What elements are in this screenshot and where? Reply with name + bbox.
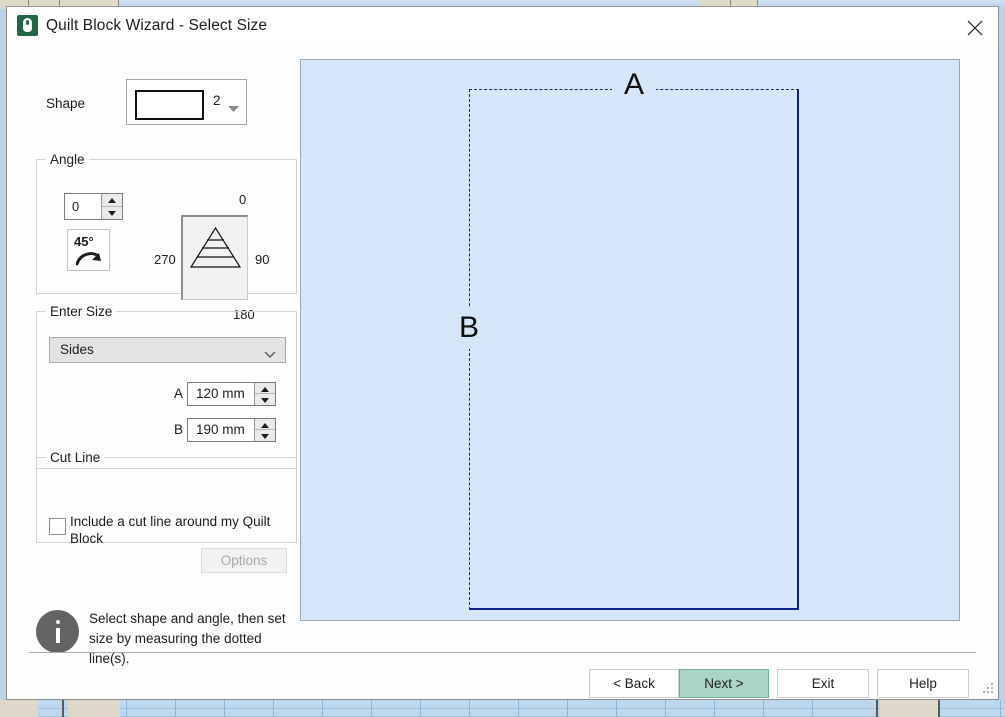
angle-dial-top: 0 [239,192,247,207]
shape-label: Shape [46,96,86,111]
background-bottom-strip [0,700,1005,717]
quilt-block-shape: A B [456,68,799,610]
size-b-stepper-down[interactable] [255,430,275,441]
background-bottom-cell [880,700,940,717]
size-mode-select[interactable]: Sides [49,337,286,363]
size-row-a-label: A [174,386,184,401]
angle-dial-right: 90 [255,252,270,267]
size-a-value: 120 mm [196,386,245,401]
resize-grip[interactable] [981,683,994,696]
angle-group-title: Angle [46,152,89,167]
block-preview-canvas[interactable]: A B [300,59,960,621]
info-hint-text: Select shape and angle, then set size by… [89,611,286,666]
angle-stepper-down[interactable] [102,207,122,220]
size-b-input[interactable]: 190 mm [187,418,276,442]
background-divider [938,700,940,717]
size-b-stepper[interactable] [254,419,275,441]
background-bottom-cell [0,700,38,717]
shape-select[interactable]: 2 [126,79,247,125]
cut-line-options-button[interactable]: Options [201,548,287,573]
footer-separator [29,652,976,653]
size-a-stepper-up[interactable] [255,383,275,394]
help-button[interactable]: Help [877,669,969,698]
cut-line-group: Cut Line Include a cut line around my Qu… [36,450,297,573]
cut-line-checkbox-label[interactable]: Include a cut line around my Quilt Block [70,513,275,547]
background-divider [876,700,878,717]
size-b-stepper-up[interactable] [255,419,275,430]
window-title: Quilt Block Wizard - Select Size [46,17,268,34]
quilt-app-icon [17,15,38,36]
size-mode-value: Sides [60,342,94,357]
next-button[interactable]: Next > [679,669,769,698]
back-button[interactable]: < Back [589,669,679,698]
angle-input[interactable]: 0 [64,193,123,220]
size-a-input[interactable]: 120 mm [187,382,276,406]
angle-value: 0 [72,199,80,214]
angle-stepper[interactable] [101,194,122,219]
pyramid-orientation-icon[interactable] [181,215,248,300]
cut-line-group-title: Cut Line [46,450,105,465]
quilt-block-wizard-dialog: Quilt Block Wizard - Select Size Shape 2… [6,6,999,700]
dimension-label-a: A [612,68,656,102]
rectangle-shape-icon [135,90,204,120]
enter-size-group: Enter Size Sides A 120 mm B 190 mm [36,304,297,469]
background-divider [62,700,64,717]
close-icon[interactable] [952,7,998,46]
cut-line-checkbox[interactable] [49,518,66,535]
rotate-45-label: 45° [74,234,94,249]
enter-size-group-title: Enter Size [46,304,117,319]
angle-dial-left: 270 [154,252,176,267]
background-bottom-cell [68,700,120,717]
exit-button[interactable]: Exit [777,669,869,698]
dimension-label-b: B [456,306,482,349]
chevron-down-icon [228,100,239,118]
settings-panel: Shape 2 Angle 0 45° 0 270 90 180 Enter S… [7,46,302,666]
shape-edge-left-dashed [469,89,470,610]
angle-group: Angle 0 45° 0 270 90 180 [36,152,297,322]
title-bar: Quilt Block Wizard - Select Size [7,7,998,46]
size-b-value: 190 mm [196,422,245,437]
shape-value: 2 [213,93,221,108]
size-a-stepper-down[interactable] [255,394,275,405]
shape-edge-right-solid [797,89,799,610]
shape-edge-bottom-solid [469,608,799,610]
angle-stepper-up[interactable] [102,194,122,207]
rotate-45-button[interactable]: 45° [67,229,110,271]
info-icon [36,610,79,653]
chevron-down-icon [264,346,276,364]
size-row-b-label: B [174,422,184,437]
size-a-stepper[interactable] [254,383,275,405]
